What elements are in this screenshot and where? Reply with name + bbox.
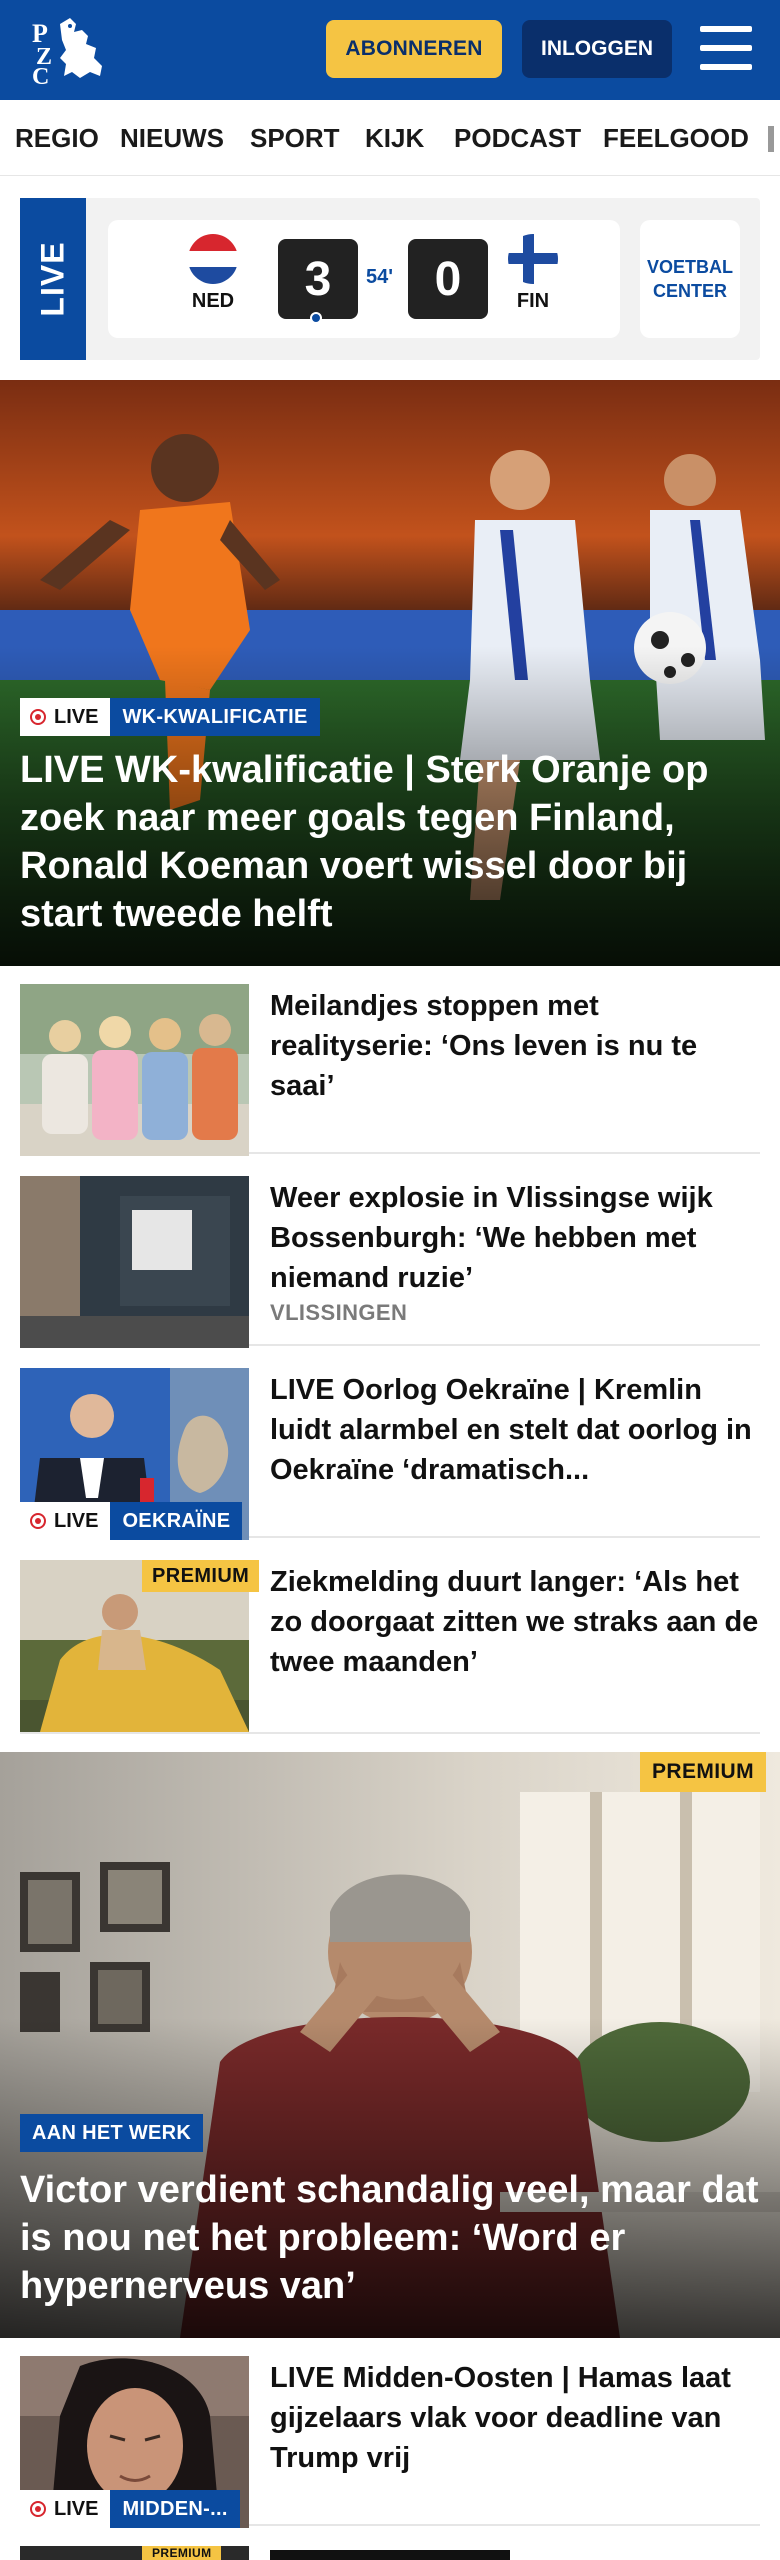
list-item[interactable]: LIVE MIDDEN-... LIVE Midden-Oosten | Ham… [20,2356,760,2528]
category-badge[interactable]: MIDDEN-... [110,2490,240,2528]
live-badge: LIVE [20,1502,111,1540]
article-thumbnail [20,984,249,1156]
live-dot-icon [30,709,46,725]
nav-item-regio[interactable]: REGIO [15,100,99,175]
nav-overflow-indicator [768,126,774,152]
nav-item-kijk[interactable]: KIJK [365,100,424,175]
premium-badge: PREMIUM [142,1560,260,1592]
live-bar: LIVE [20,198,86,360]
premium-badge: PREMIUM [142,2546,222,2560]
live-dot-icon [30,1513,46,1529]
live-badge-label: LIVE [54,2497,99,2520]
thumbnail-tags: LIVE OEKRAÏNE [20,1502,243,1540]
live-bar-label: LIVE [34,241,71,317]
nav-item-nieuws[interactable]: NIEUWS [120,100,224,175]
hero-headline[interactable]: LIVE WK-kwalificatie | Sterk Oranje op z… [20,746,765,938]
live-badge-label: LIVE [54,705,99,728]
nav-item-podcast[interactable]: PODCAST [454,100,581,175]
site-header: P Z C ABONNEREN INLOGGEN [0,0,780,100]
menu-icon[interactable] [700,26,752,70]
thumbnail-tags: LIVE MIDDEN-... [20,2490,240,2528]
hero2-headline[interactable]: Victor verdient schandalig veel, maar da… [20,2166,765,2310]
svg-text:C: C [32,64,49,86]
list-item[interactable]: LIVE OEKRAÏNE LIVE Oorlog Oekraïne | Kre… [20,1368,760,1540]
hero-tags: LIVE WK-KWALIFICATIE [20,698,320,736]
article-thumbnail [20,1176,249,1348]
live-dot-icon [30,2501,46,2517]
category-badge[interactable]: OEKRAÏNE [110,1502,243,1540]
category-badge[interactable]: AAN HET WERK [20,2114,204,2152]
away-score: 0 [408,239,488,319]
article-title: Ziekmelding duurt langer: ‘Als het zo do… [270,1566,759,1678]
live-badge: LIVE [20,698,111,736]
hero-article[interactable]: LIVE WK-KWALIFICATIE LIVE WK-kwalificati… [0,380,780,966]
live-badge: LIVE [20,2490,111,2528]
article-title: LIVE Midden-Oosten | Hamas laat gijzelaa… [270,2362,731,2474]
home-score: 3 [278,239,358,319]
live-badge-label: LIVE [54,1509,99,1532]
list-item[interactable]: PREMIUM Ziekmelding duurt langer: ‘Als h… [20,1560,760,1734]
article-title: Meilandjes stoppen met realityserie: ‘On… [270,990,698,1102]
home-team-code: NED [191,290,235,312]
list-item-partial[interactable]: PREMIUM [20,2546,760,2560]
hero2-tags: AAN HET WERK [20,2114,204,2152]
score-card[interactable]: NED 3 54' 0 FIN [108,220,620,338]
article-location: VLISSINGEN [270,1300,408,1325]
nav-item-feelgood[interactable]: FEELGOOD [603,100,749,175]
away-team-code: FIN [516,290,550,312]
article-title: LIVE Oorlog Oekraïne | Kremlin luidt ala… [270,1374,752,1486]
article-title: Weer explosie in Vlissingse wijk Bossenb… [270,1182,713,1294]
login-button[interactable]: INLOGGEN [522,20,672,78]
premium-badge: PREMIUM [640,1752,766,1792]
list-item[interactable]: Weer explosie in Vlissingse wijk Bossenb… [20,1176,760,1348]
finland-flag-icon [508,234,558,284]
netherlands-flag-icon [188,234,238,284]
article-title-partial [270,2550,510,2560]
main-nav: REGIO NIEUWS SPORT KIJK PODCAST FEELGOOD [0,100,780,176]
voetbal-center-link[interactable]: VOETBAL CENTER [640,220,740,338]
possession-dot-icon [310,312,322,324]
nav-item-sport[interactable]: SPORT [250,100,340,175]
hero-article-2[interactable]: PREMIUM AAN HET WERK Victor verdient sch… [0,1752,780,2338]
subscribe-button[interactable]: ABONNEREN [326,20,502,78]
list-item[interactable]: Meilandjes stoppen met realityserie: ‘On… [20,984,760,1156]
match-minute: 54' [366,266,394,288]
live-score-widget[interactable]: LIVE NED 3 54' 0 FIN VOETBAL CENTER [20,198,760,360]
pzc-logo[interactable]: P Z C [30,14,110,86]
category-badge[interactable]: WK-KWALIFICATIE [110,698,320,736]
